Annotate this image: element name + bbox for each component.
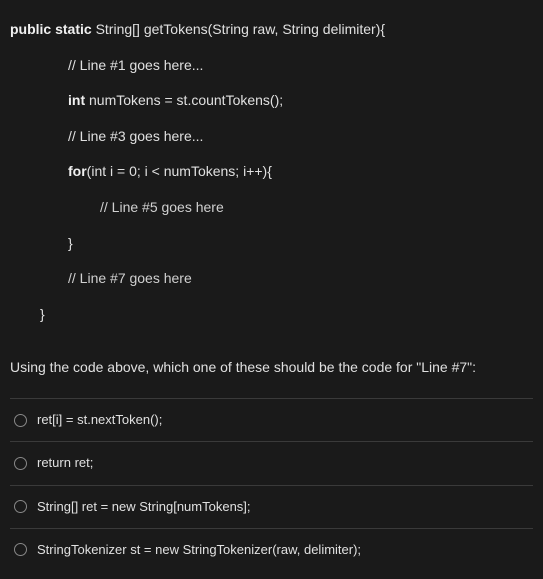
code-line-placeholder-3: // Line #3 goes here... <box>10 119 533 155</box>
option-label: StringTokenizer st = new StringTokenizer… <box>37 541 361 559</box>
option-1[interactable]: ret[i] = st.nextToken(); <box>10 399 533 442</box>
code-text: (int i = 0; i < numTokens; i++){ <box>87 163 272 179</box>
option-2[interactable]: return ret; <box>10 442 533 485</box>
option-label: return ret; <box>37 454 93 472</box>
options-list: ret[i] = st.nextToken(); return ret; Str… <box>10 398 533 571</box>
code-line-placeholder-1: // Line #1 goes here... <box>10 48 533 84</box>
question-text: Using the code above, which one of these… <box>10 350 533 398</box>
code-line-for: for(int i = 0; i < numTokens; i++){ <box>10 154 533 190</box>
code-line-placeholder-7: // Line #7 goes here <box>10 261 533 297</box>
code-line-placeholder-5: // Line #5 goes here <box>10 190 533 226</box>
option-4[interactable]: StringTokenizer st = new StringTokenizer… <box>10 529 533 571</box>
option-3[interactable]: String[] ret = new String[numTokens]; <box>10 486 533 529</box>
radio-icon <box>14 500 27 513</box>
option-label: String[] ret = new String[numTokens]; <box>37 498 251 516</box>
code-text: String[] getTokens(String raw, String de… <box>96 21 385 37</box>
code-line-close-for: } <box>10 226 533 262</box>
keyword: public static <box>10 21 96 37</box>
radio-icon <box>14 457 27 470</box>
code-text: numTokens = st.countTokens(); <box>89 92 283 108</box>
radio-icon <box>14 414 27 427</box>
radio-icon <box>14 543 27 556</box>
code-line-close-method: } <box>10 297 533 333</box>
keyword: int <box>68 92 89 108</box>
code-block: public static String[] getTokens(String … <box>10 12 533 332</box>
code-line-signature: public static String[] getTokens(String … <box>10 12 533 48</box>
option-label: ret[i] = st.nextToken(); <box>37 411 162 429</box>
code-line-declare-numtokens: int numTokens = st.countTokens(); <box>10 83 533 119</box>
keyword: for <box>68 163 87 179</box>
